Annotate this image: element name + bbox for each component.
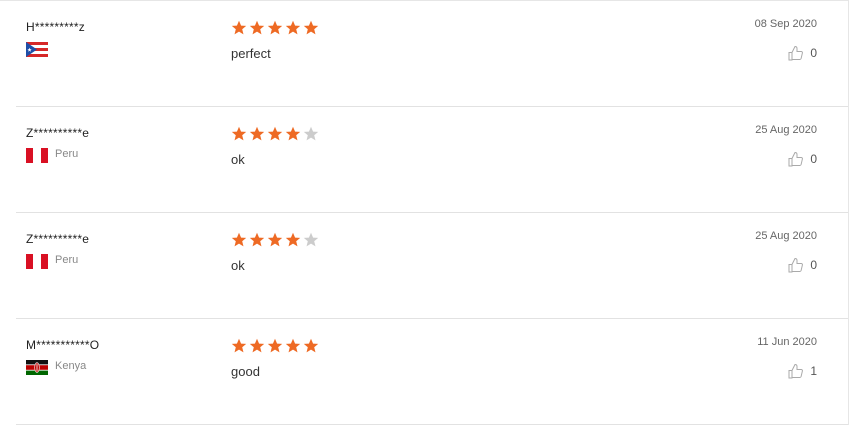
- review-item: H*********z perfect 08 Sep 2020 0: [16, 1, 848, 107]
- thumbs-up-icon: [788, 363, 804, 379]
- reviewer-country: Peru: [55, 148, 79, 160]
- star-rating: [231, 232, 319, 248]
- reviewer-country: Peru: [55, 254, 79, 266]
- puerto-rico-flag-icon: [26, 42, 48, 57]
- star-rating: [231, 338, 319, 354]
- star-icon: [303, 20, 319, 35]
- review-date: 25 Aug 2020: [755, 124, 817, 136]
- star-icon: [267, 20, 283, 35]
- star-icon: [285, 126, 301, 141]
- star-icon: [249, 338, 265, 353]
- peru-flag-icon: [26, 148, 48, 163]
- review-item: Z**********e Peru ok 25 Aug 2020 0: [16, 107, 848, 213]
- star-icon: [303, 126, 319, 141]
- star-icon: [285, 232, 301, 247]
- reviewer-country: Kenya: [55, 360, 87, 372]
- reviewer-name: Z**********e: [26, 232, 90, 246]
- helpful-count: 0: [810, 258, 817, 272]
- helpful-button[interactable]: 0: [788, 45, 817, 61]
- thumbs-up-icon: [788, 45, 804, 61]
- thumbs-up-icon: [788, 257, 804, 273]
- star-icon: [231, 232, 247, 247]
- helpful-count: 1: [810, 364, 817, 378]
- helpful-button[interactable]: 0: [788, 257, 817, 273]
- review-date: 25 Aug 2020: [755, 230, 817, 242]
- star-icon: [231, 126, 247, 141]
- helpful-button[interactable]: 1: [788, 363, 817, 379]
- reviewer-name: Z**********e: [26, 126, 90, 140]
- peru-flag-icon: [26, 254, 48, 269]
- review-date: 11 Jun 2020: [757, 336, 817, 348]
- star-icon: [303, 338, 319, 353]
- star-rating: [231, 126, 319, 142]
- star-rating: [231, 20, 319, 36]
- review-text: ok: [231, 152, 245, 167]
- helpful-button[interactable]: 0: [788, 151, 817, 167]
- star-icon: [249, 126, 265, 141]
- star-icon: [231, 20, 247, 35]
- star-icon: [285, 338, 301, 353]
- star-icon: [249, 20, 265, 35]
- helpful-count: 0: [810, 46, 817, 60]
- star-icon: [267, 126, 283, 141]
- reviewer-name: M***********O: [26, 338, 100, 352]
- kenya-flag-icon: [26, 360, 48, 375]
- reviewer-name: H*********z: [26, 20, 85, 34]
- review-text: perfect: [231, 46, 271, 61]
- star-icon: [303, 232, 319, 247]
- review-item: Z**********e Peru ok 25 Aug 2020 0: [16, 213, 848, 319]
- star-icon: [231, 338, 247, 353]
- helpful-count: 0: [810, 152, 817, 166]
- thumbs-up-icon: [788, 151, 804, 167]
- review-item: M***********O Kenya good 11 Jun 2020 1: [16, 319, 848, 425]
- star-icon: [249, 232, 265, 247]
- star-icon: [267, 338, 283, 353]
- star-icon: [267, 232, 283, 247]
- reviews-list: H*********z perfect 08 Sep 2020 0 Z*****…: [0, 0, 849, 425]
- review-text: ok: [231, 258, 245, 273]
- review-text: good: [231, 364, 260, 379]
- review-date: 08 Sep 2020: [754, 18, 817, 30]
- star-icon: [285, 20, 301, 35]
